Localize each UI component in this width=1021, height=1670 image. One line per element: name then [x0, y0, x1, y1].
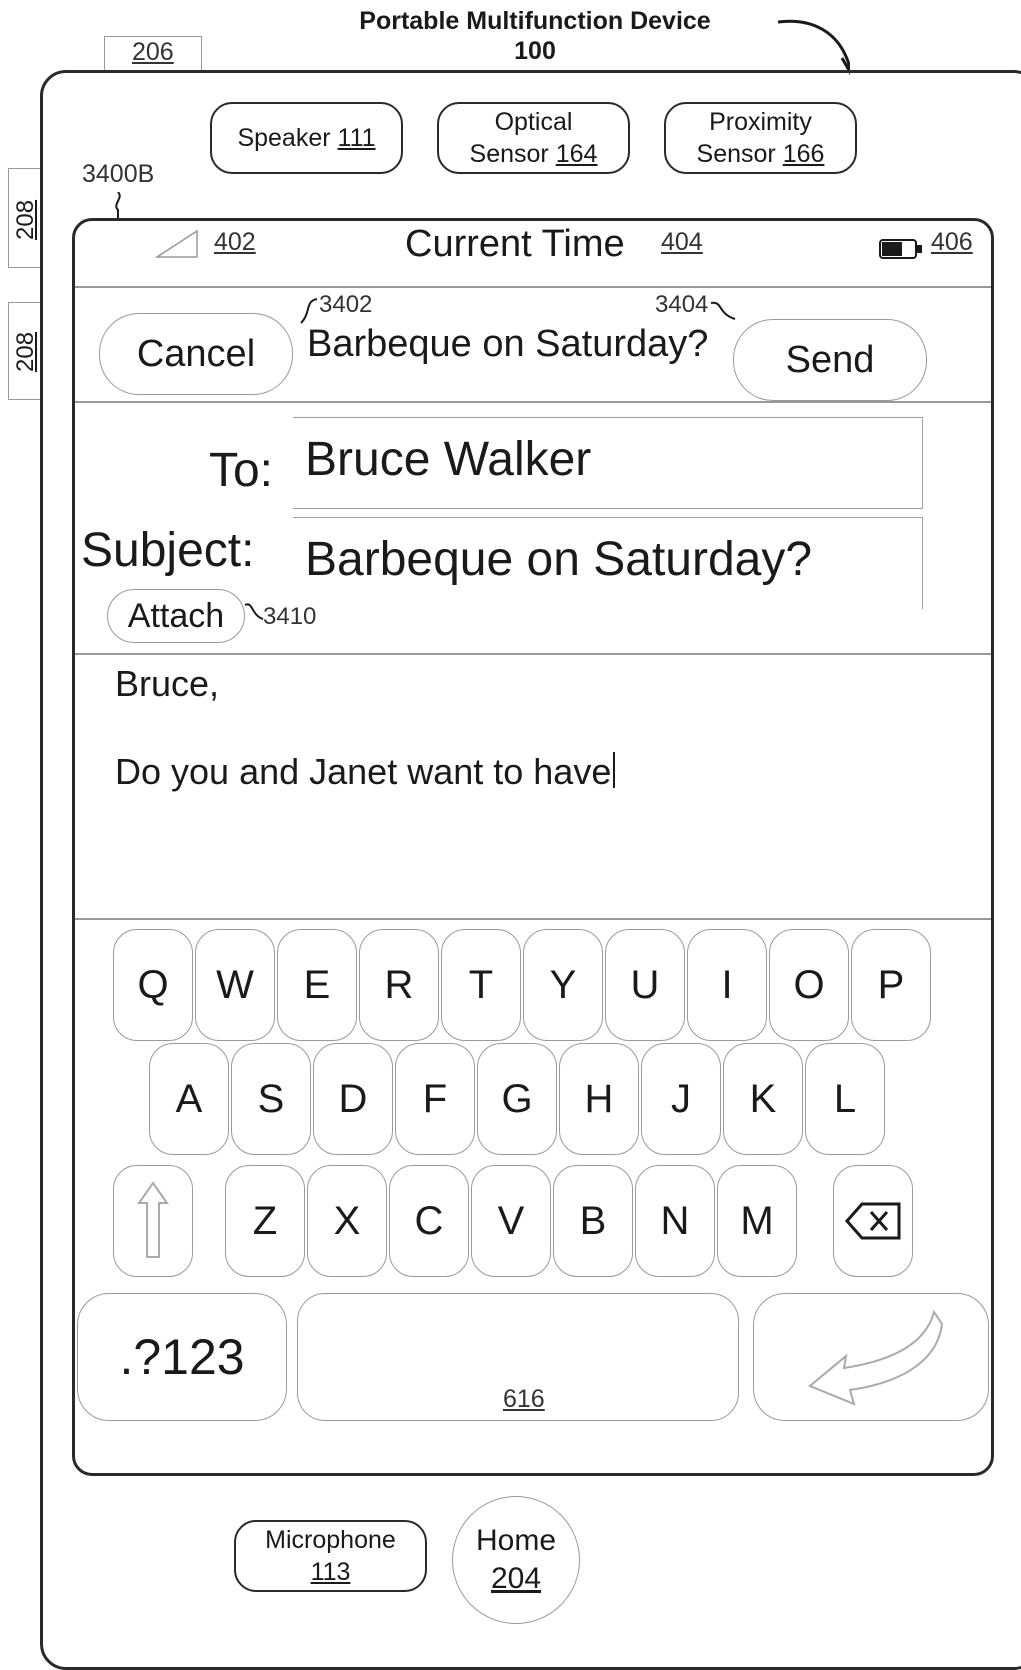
to-field[interactable]: Bruce Walker: [293, 417, 923, 509]
speaker-label: Speaker: [237, 124, 331, 152]
key-e[interactable]: E: [277, 929, 357, 1041]
title-line1: Portable Multifunction Device: [359, 7, 711, 35]
send-button[interactable]: Send: [733, 319, 927, 401]
body-line2-text: Do you and Janet want to have: [115, 751, 612, 792]
backspace-key[interactable]: [833, 1165, 913, 1277]
key-r[interactable]: R: [359, 929, 439, 1041]
key-j[interactable]: J: [641, 1043, 721, 1155]
nav-title: Barbeque on Saturday?: [307, 323, 709, 365]
send-label: Send: [785, 338, 875, 381]
ref-404: 404: [661, 228, 703, 256]
ref-406: 406: [931, 228, 973, 256]
numbers-key[interactable]: .?123: [77, 1293, 287, 1421]
home-line1: Home: [475, 1524, 557, 1557]
ref-208a: 208: [12, 199, 39, 240]
body-line1: Bruce,: [115, 663, 220, 704]
home-button[interactable]: Home 204: [452, 1496, 580, 1624]
key-v[interactable]: V: [471, 1165, 551, 1277]
numbers-key-label: .?123: [119, 1329, 245, 1385]
home-ref: 204: [490, 1562, 542, 1595]
ref-3402: 3402: [319, 291, 373, 318]
subject-field[interactable]: Barbeque on Saturday?: [293, 517, 923, 609]
ref-402: 402: [214, 228, 256, 256]
body-line2: Do you and Janet want to have: [115, 749, 616, 795]
proximity-ref: 166: [782, 140, 825, 168]
key-f[interactable]: F: [395, 1043, 475, 1155]
to-label: To:: [208, 444, 273, 497]
figure-title: Portable Multifunction Device 100: [300, 6, 770, 66]
speaker-ref: 111: [337, 124, 376, 152]
return-arrow-icon: [808, 1309, 944, 1406]
battery-icon: [879, 239, 922, 259]
microphone-line1: Microphone: [265, 1526, 396, 1554]
ref-208b: 208: [12, 331, 39, 372]
header-divider: [75, 653, 991, 655]
shift-arrow-icon: [137, 1181, 169, 1258]
proximity-sensor-pill: Proximity Sensor 166: [664, 102, 857, 174]
subject-value: Barbeque on Saturday?: [305, 533, 813, 586]
key-n[interactable]: N: [635, 1165, 715, 1277]
attach-label: Attach: [127, 596, 225, 635]
message-body[interactable]: Bruce, Do you and Janet want to have: [115, 661, 935, 881]
status-divider: [75, 286, 991, 288]
microphone-pill: Microphone 113: [234, 1520, 427, 1592]
shift-key[interactable]: [113, 1165, 193, 1277]
keyboard-divider: [75, 918, 991, 920]
key-p[interactable]: P: [851, 929, 931, 1041]
attach-button[interactable]: Attach: [107, 589, 245, 643]
key-a[interactable]: A: [149, 1043, 229, 1155]
key-t[interactable]: T: [441, 929, 521, 1041]
leader-3400b-icon: [115, 192, 121, 218]
ref-3404: 3404: [655, 291, 709, 318]
ref-3400b: 3400B: [82, 160, 155, 188]
leader-3402-icon: [300, 298, 318, 324]
text-cursor: [613, 752, 616, 788]
speaker-pill: Speaker 111: [210, 102, 403, 174]
key-w[interactable]: W: [195, 929, 275, 1041]
ref-206: 206: [132, 38, 174, 66]
key-o[interactable]: O: [769, 929, 849, 1041]
cancel-button[interactable]: Cancel: [99, 313, 293, 395]
key-i[interactable]: I: [687, 929, 767, 1041]
to-value: Bruce Walker: [305, 433, 592, 486]
key-z[interactable]: Z: [225, 1165, 305, 1277]
proximity-line1: Proximity: [709, 108, 812, 136]
key-l[interactable]: L: [805, 1043, 885, 1155]
key-s[interactable]: S: [231, 1043, 311, 1155]
key-k[interactable]: K: [723, 1043, 803, 1155]
key-d[interactable]: D: [313, 1043, 393, 1155]
key-u[interactable]: U: [605, 929, 685, 1041]
signal-strength-icon: [155, 229, 198, 258]
key-y[interactable]: Y: [523, 929, 603, 1041]
proximity-line2: Sensor: [696, 140, 776, 168]
subject-label: Subject:: [81, 524, 255, 577]
status-time: Current Time: [405, 223, 625, 265]
key-c[interactable]: C: [389, 1165, 469, 1277]
optical-line1: Optical: [494, 108, 573, 136]
optical-sensor-pill: Optical Sensor 164: [437, 102, 630, 174]
optical-line2: Sensor: [469, 140, 549, 168]
leader-3404-icon: [710, 301, 736, 320]
key-x[interactable]: X: [307, 1165, 387, 1277]
return-key[interactable]: [753, 1293, 989, 1421]
key-b[interactable]: B: [553, 1165, 633, 1277]
microphone-ref: 113: [310, 1558, 351, 1586]
optical-ref: 164: [555, 140, 598, 168]
key-q[interactable]: Q: [113, 929, 193, 1041]
key-g[interactable]: G: [477, 1043, 557, 1155]
key-h[interactable]: H: [559, 1043, 639, 1155]
ref-616: 616: [503, 1385, 545, 1413]
nav-divider: [75, 401, 991, 403]
ref-3410: 3410: [263, 603, 317, 630]
title-line2: 100: [514, 37, 556, 65]
cancel-label: Cancel: [136, 332, 256, 375]
key-m[interactable]: M: [717, 1165, 797, 1277]
backspace-icon: [844, 1202, 901, 1240]
touch-screen: 402 Current Time 404 406 Cancel Barbeque…: [72, 218, 994, 1476]
